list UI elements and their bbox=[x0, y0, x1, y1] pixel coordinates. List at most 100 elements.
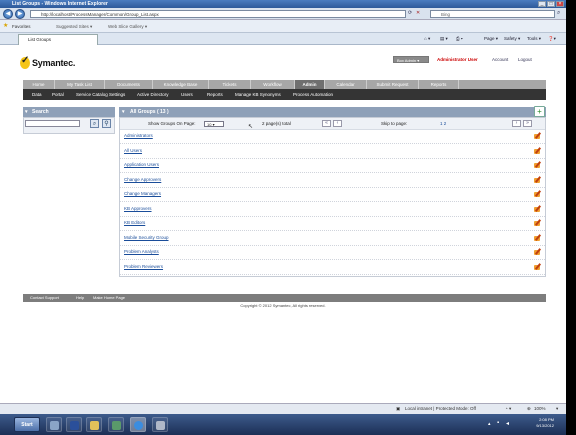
group-link[interactable]: Application Users bbox=[124, 162, 159, 167]
advanced-search-icon[interactable]: ⚲ bbox=[102, 119, 111, 128]
last-page-button[interactable]: » bbox=[523, 120, 532, 127]
nav-tab-my-task-list[interactable]: My Task List bbox=[55, 80, 105, 89]
edit-icon[interactable] bbox=[534, 148, 541, 155]
zoom-dropdown-icon[interactable]: ▾ bbox=[556, 404, 558, 414]
forward-arrow-icon[interactable]: ▶ bbox=[15, 9, 25, 19]
subnav-portal[interactable]: Portal bbox=[52, 89, 64, 100]
home-icon[interactable]: ⌂ ▾ bbox=[424, 35, 430, 43]
help-link[interactable]: Help bbox=[76, 294, 84, 302]
windows-taskbar: Start ▴ ▪ ◂ 2:08 PM 9/13/2012 bbox=[0, 414, 566, 435]
browser-nav-bar: ◀ ▶ http://localhost/ProcessManager/Comm… bbox=[0, 8, 566, 20]
edit-icon[interactable] bbox=[534, 264, 541, 271]
volume-icon[interactable]: ◂ bbox=[506, 420, 509, 427]
subnav-manage-kb-synonyms[interactable]: Manage KB Synonyms bbox=[235, 89, 281, 100]
nav-tab-submit-request[interactable]: Submit Request bbox=[367, 80, 419, 89]
add-group-icon[interactable]: + bbox=[534, 106, 545, 117]
page-links[interactable]: 1 2 bbox=[440, 121, 446, 126]
contact-support-link[interactable]: Contact Support bbox=[30, 294, 59, 302]
refresh-icon[interactable]: ⟳ bbox=[408, 10, 412, 16]
user-select[interactable]: Box Admin ▾ bbox=[393, 56, 429, 63]
subnav-process-automation[interactable]: Process Automation bbox=[293, 89, 333, 100]
workflow-designer-icon[interactable] bbox=[108, 417, 124, 432]
page-menu[interactable]: Page ▾ bbox=[484, 35, 498, 43]
next-page-button[interactable]: › bbox=[512, 120, 521, 127]
server-manager-icon[interactable] bbox=[46, 417, 62, 432]
browser-tab[interactable]: List Groups bbox=[18, 34, 98, 45]
subnav-active-directory[interactable]: Active Directory bbox=[137, 89, 169, 100]
table-row: Mobile Security Group bbox=[120, 232, 545, 246]
nav-tab-workflow[interactable]: Workflow bbox=[251, 80, 295, 89]
edit-icon[interactable] bbox=[534, 191, 541, 198]
group-link[interactable]: Change Managers bbox=[124, 191, 161, 196]
feeds-icon[interactable]: ▤ ▾ bbox=[440, 35, 448, 43]
account-link[interactable]: Account bbox=[492, 57, 508, 62]
collapse-arrow-icon[interactable]: ▾ bbox=[122, 107, 125, 117]
maximize-button[interactable]: □ bbox=[547, 1, 555, 7]
powershell-icon[interactable] bbox=[66, 417, 82, 432]
help-menu[interactable]: ❓▾ bbox=[548, 35, 556, 43]
edit-icon[interactable] bbox=[534, 133, 541, 140]
edit-icon[interactable] bbox=[534, 177, 541, 184]
tray-arrow-icon[interactable]: ▴ bbox=[488, 421, 491, 427]
close-button[interactable]: × bbox=[556, 1, 564, 7]
network-icon[interactable]: ▪ bbox=[497, 420, 499, 426]
groups-panel-title: All Groups ( 13 ) bbox=[130, 109, 169, 115]
group-link[interactable]: KB Approvers bbox=[124, 206, 152, 211]
nav-tab-documents[interactable]: Documents bbox=[105, 80, 153, 89]
group-search-input[interactable] bbox=[25, 120, 80, 127]
subnav-reports[interactable]: Reports bbox=[207, 89, 223, 100]
subnav-data[interactable]: Data bbox=[32, 89, 42, 100]
fav-web-slice-gallery[interactable]: Web Slice Gallery ▾ bbox=[108, 20, 147, 33]
make-home-page-link[interactable]: Make Home Page bbox=[93, 294, 125, 302]
search-icon[interactable]: ⌕ bbox=[90, 119, 99, 128]
nav-tab-tickets[interactable]: Tickets bbox=[209, 80, 251, 89]
safety-menu[interactable]: Safety ▾ bbox=[504, 35, 520, 43]
search-icon[interactable]: ⌕ bbox=[557, 10, 560, 17]
mouse-cursor-icon: ↖ bbox=[248, 124, 254, 130]
subnav-users[interactable]: Users bbox=[181, 89, 193, 100]
zone-icon: ▣ bbox=[396, 406, 401, 411]
collapse-arrow-icon[interactable]: ▾ bbox=[25, 107, 28, 117]
edit-icon[interactable] bbox=[534, 249, 541, 256]
address-bar[interactable]: http://localhost/ProcessManager/Common/G… bbox=[30, 10, 406, 18]
nav-tab-knowledge-base[interactable]: Knowledge Base bbox=[153, 80, 209, 89]
explorer-folder-icon[interactable] bbox=[86, 417, 102, 432]
minimize-button[interactable]: _ bbox=[538, 1, 546, 7]
print-icon[interactable]: ⎙ ▾ bbox=[456, 35, 463, 43]
edit-icon[interactable] bbox=[534, 206, 541, 213]
nav-tab-admin[interactable]: Admin bbox=[295, 80, 325, 89]
user-select-value: Box Admin bbox=[397, 58, 417, 63]
stop-icon[interactable]: ✕ bbox=[416, 10, 420, 16]
group-link[interactable]: Problem Analysts bbox=[124, 249, 159, 254]
group-link[interactable]: All Users bbox=[124, 148, 142, 153]
tools-app-icon[interactable] bbox=[152, 417, 168, 432]
per-page-select[interactable]: 10 ▾ bbox=[204, 121, 224, 127]
tools-menu[interactable]: Tools ▾ bbox=[527, 35, 541, 43]
edit-icon[interactable] bbox=[534, 162, 541, 169]
table-row: All Users bbox=[120, 145, 545, 159]
internet-explorer-icon[interactable] bbox=[130, 417, 146, 432]
favorites-star-icon[interactable]: ★ bbox=[3, 20, 8, 33]
logout-link[interactable]: Logout bbox=[518, 57, 532, 62]
group-link[interactable]: Mobile Security Group bbox=[124, 235, 169, 240]
zoom-level[interactable]: 100% bbox=[534, 404, 546, 414]
nav-tab-reports[interactable]: Reports bbox=[419, 80, 459, 89]
group-link[interactable]: KB Editors bbox=[124, 220, 145, 225]
edit-icon[interactable] bbox=[534, 235, 541, 242]
group-link[interactable]: Problem Reviewers bbox=[124, 264, 163, 269]
first-page-button[interactable]: « bbox=[322, 120, 331, 127]
security-icon[interactable]: ◔ ▾ bbox=[505, 404, 511, 414]
search-input[interactable]: Bing bbox=[430, 10, 555, 18]
back-arrow-icon[interactable]: ◀ bbox=[3, 9, 13, 19]
nav-tab-calendar[interactable]: Calendar bbox=[325, 80, 367, 89]
nav-tab-home[interactable]: Home bbox=[23, 80, 55, 89]
group-link[interactable]: Administrators bbox=[124, 133, 153, 138]
start-button[interactable]: Start bbox=[14, 417, 40, 432]
taskbar-clock[interactable]: 2:08 PM 9/13/2012 bbox=[536, 417, 554, 429]
group-link[interactable]: Change Approvers bbox=[124, 177, 161, 182]
favorites-button[interactable]: Favorites bbox=[12, 20, 31, 33]
prev-page-button[interactable]: ‹ bbox=[333, 120, 342, 127]
edit-icon[interactable] bbox=[534, 220, 541, 227]
subnav-service-catalog-settings[interactable]: Service Catalog Settings bbox=[76, 89, 125, 100]
fav-suggested-sites[interactable]: Suggested Sites ▾ bbox=[56, 20, 92, 33]
